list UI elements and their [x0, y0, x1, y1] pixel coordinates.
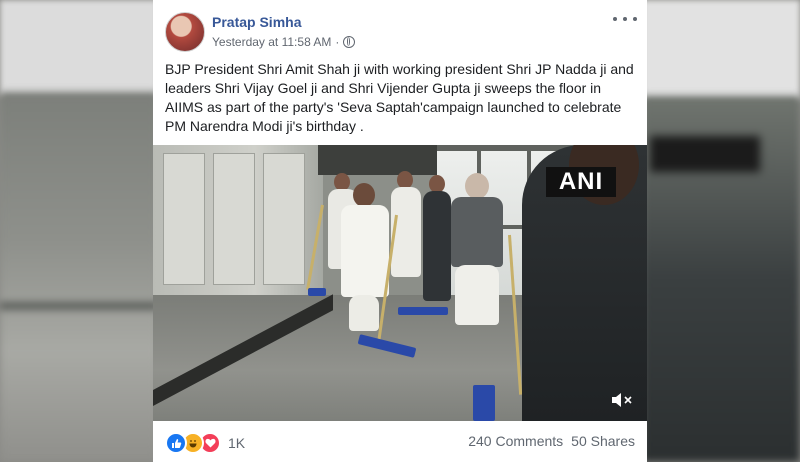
background-text-right — [642, 0, 800, 100]
meta-separator: · — [335, 35, 340, 49]
speaker-muted-icon[interactable] — [611, 391, 633, 409]
reaction-count: 1K — [228, 435, 246, 451]
background-text-left — [0, 0, 158, 96]
like-reaction-icon — [165, 432, 187, 454]
ani-watermark: ANI — [546, 167, 616, 197]
post-header: Pratap Simha Yesterday at 11:58 AM · — [153, 0, 647, 56]
background-video-right — [642, 96, 800, 462]
post-meta: Yesterday at 11:58 AM · — [212, 34, 356, 50]
reaction-summary[interactable]: 1K — [165, 432, 245, 454]
globe-icon[interactable] — [343, 36, 356, 48]
background-video-left — [0, 92, 158, 462]
post-text: BJP President Shri Amit Shah ji with wor… — [165, 61, 634, 134]
comments-count-link[interactable]: 240 Comments — [468, 433, 563, 449]
post-card: Pratap Simha Yesterday at 11:58 AM · BJP… — [153, 0, 647, 462]
video-ceiling — [318, 145, 448, 175]
background-watermark — [650, 136, 760, 172]
engagement-stats: 240 Comments 50 Shares — [468, 433, 635, 449]
post-footer: 1K 240 Comments 50 Shares — [153, 421, 647, 462]
shares-count-link[interactable]: 50 Shares — [571, 433, 635, 449]
more-horizontal-icon[interactable] — [613, 12, 637, 26]
post-timestamp[interactable]: Yesterday at 11:58 AM — [212, 35, 331, 49]
post-video[interactable]: ANI — [153, 145, 647, 421]
author-name[interactable]: Pratap Simha — [212, 14, 301, 30]
avatar[interactable] — [165, 12, 205, 52]
